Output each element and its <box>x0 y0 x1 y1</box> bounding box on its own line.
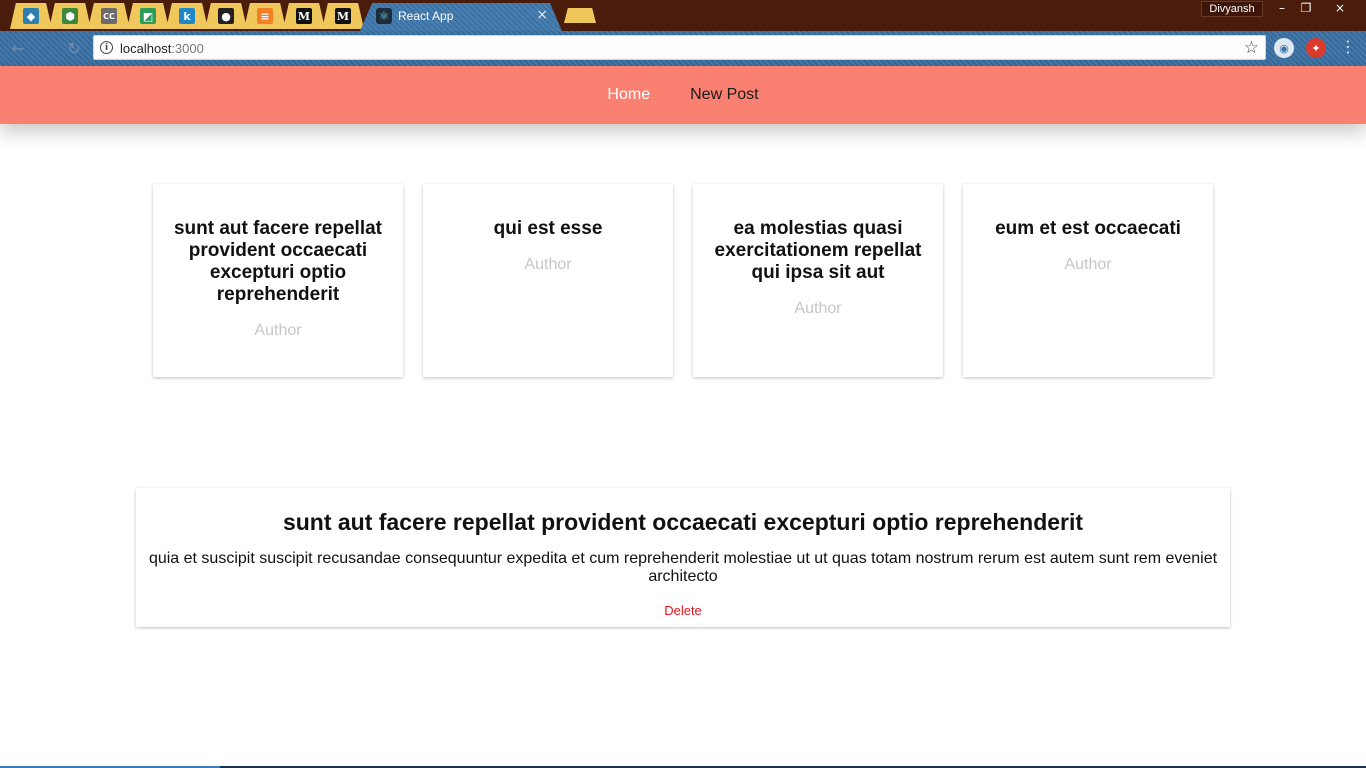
address-bar[interactable]: i localhost:3000 ☆ <box>93 35 1266 60</box>
back-icon[interactable]: ← <box>6 37 30 59</box>
medium-icon: M <box>335 8 351 24</box>
post-detail: sunt aut facere repellat provident occae… <box>136 488 1230 627</box>
close-window-icon[interactable]: × <box>1326 0 1354 16</box>
github-icon: ● <box>218 8 234 24</box>
chart-icon: ◩ <box>140 8 156 24</box>
react-icon: ⚛ <box>376 8 392 24</box>
pinned-tab[interactable]: M <box>283 3 325 29</box>
profile-button[interactable]: Divyansh <box>1201 1 1263 17</box>
browser-titlebar: ◆ ⬢ CC ◩ k ● ≡ M M ⚛ React App × Divyans… <box>0 0 1366 31</box>
post-title: sunt aut facere repellat provident occae… <box>173 218 383 305</box>
pinned-tab[interactable]: CC <box>88 3 130 29</box>
post-detail-title: sunt aut facere repellat provident occae… <box>282 509 1084 535</box>
browser-menu-icon[interactable]: ⋮ <box>1340 37 1356 56</box>
post-list: sunt aut facere repellat provident occae… <box>153 184 1213 377</box>
bookmark-star-icon[interactable]: ☆ <box>1244 38 1259 58</box>
post-title: qui est esse <box>493 218 603 239</box>
post-author: Author <box>524 256 572 273</box>
pinned-tab[interactable]: ◆ <box>10 3 52 29</box>
app-navbar: Home New Post <box>0 66 1366 124</box>
cc-icon: CC <box>101 8 117 24</box>
pinned-tab[interactable]: ≡ <box>244 3 286 29</box>
node-icon: ⬢ <box>62 8 78 24</box>
pinned-tab[interactable]: ● <box>205 3 247 29</box>
extension-icon[interactable]: ✦ <box>1306 38 1326 58</box>
post-author: Author <box>794 300 842 317</box>
reload-icon[interactable]: ↻ <box>62 37 86 59</box>
pinned-tab[interactable]: ◩ <box>127 3 169 29</box>
extension-icon[interactable]: ◉ <box>1274 38 1294 58</box>
post-card[interactable]: ea molestias quasi exercitationem repell… <box>693 184 943 377</box>
post-title: ea molestias quasi exercitationem repell… <box>714 218 922 283</box>
pinned-tab[interactable]: ⬢ <box>49 3 91 29</box>
stackoverflow-icon: ≡ <box>257 8 273 24</box>
post-author: Author <box>254 322 302 339</box>
post-card[interactable]: eum et est occaecati Author <box>963 184 1213 377</box>
post-author: Author <box>1064 256 1112 273</box>
close-icon[interactable]: × <box>536 7 548 23</box>
nav-new-post-link[interactable]: New Post <box>690 86 758 104</box>
info-icon[interactable]: i <box>100 41 113 54</box>
pinned-tab[interactable]: M <box>322 3 364 29</box>
delete-button[interactable]: Delete <box>664 603 702 618</box>
k-icon: k <box>179 8 195 24</box>
restore-icon[interactable]: ❐ <box>1292 0 1320 16</box>
tab-title: React App <box>398 9 454 23</box>
nav-home-link[interactable]: Home <box>607 86 650 104</box>
bird-icon: ◆ <box>23 8 39 24</box>
pinned-tab[interactable]: k <box>166 3 208 29</box>
medium-icon: M <box>296 8 312 24</box>
post-detail-body: quia et suscipit suscipit recusandae con… <box>148 550 1218 585</box>
post-card[interactable]: qui est esse Author <box>423 184 673 377</box>
url-text[interactable]: localhost:3000 <box>120 41 204 56</box>
new-tab-button[interactable] <box>564 8 596 23</box>
post-title: eum et est occaecati <box>995 218 1181 239</box>
tab-react-app[interactable]: ⚛ React App × <box>360 3 562 31</box>
post-card[interactable]: sunt aut facere repellat provident occae… <box>153 184 403 377</box>
